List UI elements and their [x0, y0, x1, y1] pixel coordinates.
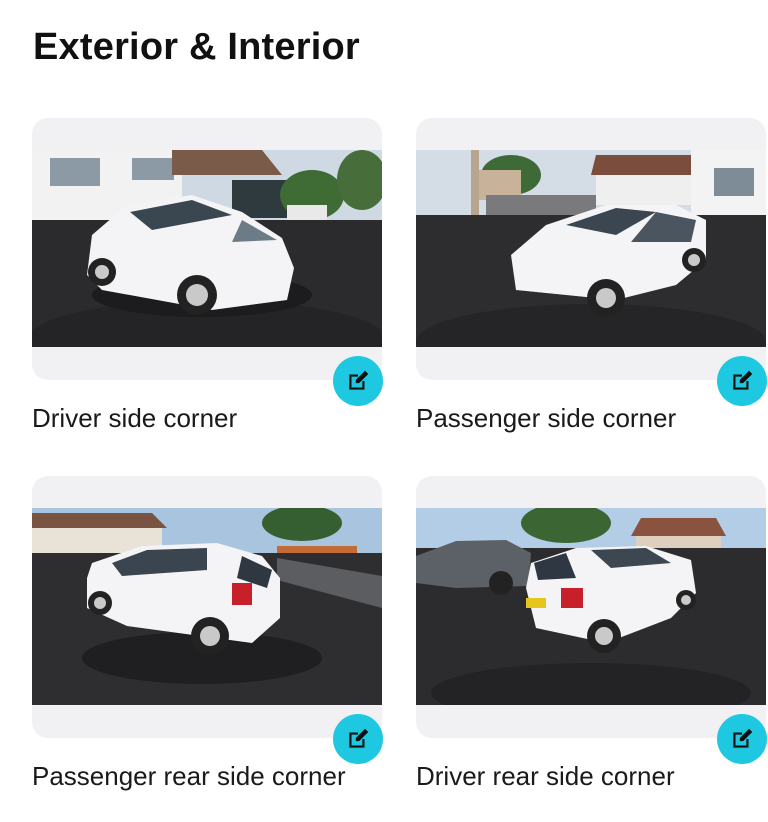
card-label: Driver rear side corner: [416, 761, 675, 791]
card-label: Passenger rear side corner: [32, 761, 346, 791]
edit-button[interactable]: [333, 356, 383, 406]
car-photo: [32, 150, 382, 347]
photo-card-passenger-rear-side-corner[interactable]: Passenger rear side corner: [32, 476, 384, 791]
edit-button[interactable]: [717, 356, 767, 406]
edit-icon: [733, 728, 753, 748]
photo-card-driver-rear-side-corner[interactable]: Driver rear side corner: [416, 476, 768, 791]
car-photo: [416, 150, 766, 347]
photo-frame: [32, 118, 382, 380]
photo-card-driver-side-corner[interactable]: Driver side corner: [32, 118, 384, 433]
car-photo: [416, 508, 766, 705]
photo-frame: [416, 476, 766, 738]
edit-button[interactable]: [333, 714, 383, 764]
page-title: Exterior & Interior: [33, 26, 360, 68]
card-label: Driver side corner: [32, 403, 238, 433]
edit-icon: [733, 370, 753, 390]
edit-icon: [349, 728, 369, 748]
photo-card-passenger-side-corner[interactable]: Passenger side corner: [416, 118, 768, 433]
car-photo: [32, 508, 382, 705]
photo-frame: [32, 476, 382, 738]
photo-frame: [416, 118, 766, 380]
edit-icon: [349, 370, 369, 390]
edit-button[interactable]: [717, 714, 767, 764]
card-label: Passenger side corner: [416, 403, 677, 433]
